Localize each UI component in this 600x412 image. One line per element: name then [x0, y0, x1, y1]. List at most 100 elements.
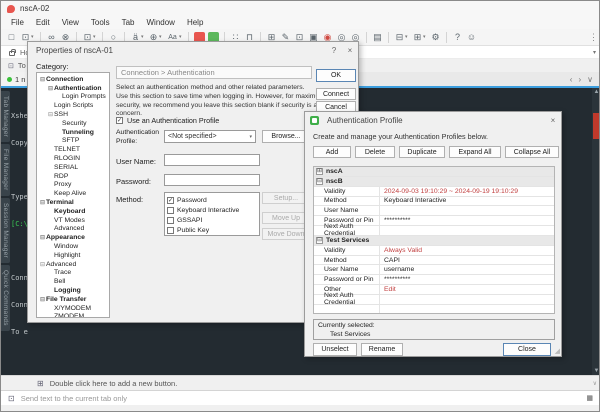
properties-dialog-titlebar[interactable]: Properties of nscA-01 ? ×: [28, 42, 358, 58]
side-tab-session-manager[interactable]: Session Manager: [1, 198, 10, 263]
tree-item[interactable]: RLOGIN: [54, 155, 80, 162]
move-up-button[interactable]: Move Up: [262, 212, 310, 224]
dialog-close-icon[interactable]: ×: [342, 46, 358, 55]
tree-item[interactable]: TELNET: [54, 146, 80, 153]
checkbox-unchecked-icon[interactable]: [167, 207, 174, 214]
profile-group-row[interactable]: ⊟Test Services: [314, 236, 554, 246]
expander-icon[interactable]: ⊟: [47, 111, 54, 118]
username-field[interactable]: [164, 154, 260, 166]
keyboard-icon[interactable]: ▦: [586, 394, 593, 402]
unselect-button[interactable]: Unselect: [313, 343, 357, 356]
tree-item[interactable]: SSH: [54, 111, 68, 118]
menu-item-edit[interactable]: Edit: [30, 18, 56, 27]
setup-button[interactable]: Setup...: [262, 192, 310, 204]
profile-property-row[interactable]: MethodKeyboard Interactive: [314, 197, 554, 207]
profile-select[interactable]: <Not specified> ▾: [164, 130, 256, 143]
collapse-bar-icon[interactable]: ∨: [593, 380, 597, 387]
dialog-help-icon[interactable]: ?: [326, 46, 342, 55]
resize-grip-icon[interactable]: ◢: [555, 347, 560, 355]
tab-list-icon[interactable]: ∨: [587, 75, 593, 84]
expand-all-button[interactable]: Expand All: [449, 146, 501, 158]
profile-property-row[interactable]: Next Auth Credential: [314, 295, 554, 305]
feedback-icon[interactable]: ☺: [465, 30, 478, 45]
tree-item[interactable]: Connection: [46, 76, 83, 83]
profile-group-row[interactable]: ⊟nscB: [314, 177, 554, 187]
profile-group-row[interactable]: ⊞nscA: [314, 167, 554, 177]
expander-icon[interactable]: ⊟: [39, 296, 46, 303]
tree-item[interactable]: Keyboard: [54, 208, 85, 215]
ok-button[interactable]: OK: [316, 69, 356, 82]
menu-item-view[interactable]: View: [56, 18, 85, 27]
scroll-down-icon[interactable]: ▼: [594, 367, 600, 375]
menu-item-help[interactable]: Help: [181, 18, 209, 27]
profile-property-row[interactable]: Password or Pin**********: [314, 275, 554, 285]
dropdown-caret-icon[interactable]: ▾: [423, 34, 428, 40]
menu-item-file[interactable]: File: [5, 18, 30, 27]
tree-item[interactable]: Highlight: [54, 252, 80, 259]
tree-item[interactable]: Proxy: [54, 181, 71, 188]
method-item-gssapi[interactable]: GSSAPI: [167, 215, 259, 225]
expander-icon[interactable]: ⊟: [39, 76, 46, 83]
use-profile-checkbox[interactable]: ✓ Use an Authentication Profile: [116, 116, 219, 125]
tree-item[interactable]: X/YMODEM: [54, 305, 91, 312]
auth-profile-titlebar[interactable]: Authentication Profile ×: [305, 112, 561, 128]
quick-button-bar[interactable]: ⊞ Double click here to add a new button.…: [1, 375, 600, 390]
tree-item[interactable]: Trace: [54, 269, 71, 276]
menu-item-window[interactable]: Window: [140, 18, 180, 27]
dropdown-caret-icon[interactable]: ▾: [405, 34, 410, 40]
expander-plus-icon[interactable]: ⊞: [316, 168, 323, 175]
duplicate-button[interactable]: Duplicate: [399, 146, 445, 158]
side-tab-tab-manager[interactable]: Tab Manager: [1, 91, 10, 142]
send-text-bar[interactable]: ⊡ Send text to the current tab only ▦: [1, 390, 600, 405]
tree-item[interactable]: Login Scripts: [54, 102, 93, 109]
dialog-close-icon[interactable]: ×: [545, 116, 561, 125]
checkbox-checked-icon[interactable]: ✓: [167, 197, 174, 204]
tree-item[interactable]: SERIAL: [54, 164, 78, 171]
tree-item[interactable]: Advanced: [54, 225, 84, 232]
checkbox-checked-icon[interactable]: ✓: [116, 117, 123, 124]
menu-item-tab[interactable]: Tab: [116, 18, 141, 27]
browse-button[interactable]: Browse...: [262, 130, 310, 143]
checkbox-unchecked-icon[interactable]: [167, 227, 174, 234]
tree-item[interactable]: Tunneling: [62, 129, 94, 136]
dropdown-caret-icon[interactable]: ▾: [31, 34, 36, 40]
collapse-all-button[interactable]: Collapse All: [505, 146, 559, 158]
expander-minus-icon[interactable]: ⊟: [316, 178, 323, 185]
tree-item[interactable]: Logging: [54, 287, 81, 294]
help-icon[interactable]: ?: [451, 30, 464, 45]
expander-icon[interactable]: ⊟: [47, 85, 54, 92]
method-item-public-key[interactable]: Public Key: [167, 225, 259, 235]
move-down-button[interactable]: Move Down: [262, 228, 310, 240]
profile-property-row[interactable]: Validity2024-09-03 19:10:29 ~ 2024-09-19…: [314, 187, 554, 197]
profile-property-row[interactable]: User Name: [314, 206, 554, 216]
tree-item[interactable]: File Transfer: [46, 296, 86, 303]
expander-minus-icon[interactable]: ⊟: [316, 237, 323, 244]
dropdown-caret-icon[interactable]: ▾: [159, 34, 164, 40]
profile-property-row[interactable]: ValidityAlways Valid: [314, 246, 554, 256]
new-terminal-icon[interactable]: □: [5, 30, 18, 45]
tree-item[interactable]: Login Prompts: [62, 93, 106, 100]
send-target-icon[interactable]: ⊡: [8, 394, 15, 403]
dropdown-caret-icon[interactable]: ▾: [179, 34, 184, 40]
tree-item[interactable]: Window: [54, 243, 78, 250]
menu-item-tools[interactable]: Tools: [85, 18, 116, 27]
method-item-keyboard-interactive[interactable]: Keyboard Interactive: [167, 205, 259, 215]
profile-property-row[interactable]: Next Auth Credential: [314, 226, 554, 236]
tree-item[interactable]: Keep Alive: [54, 190, 86, 197]
method-item-password[interactable]: ✓ Password: [167, 195, 259, 205]
tree-item[interactable]: Authentication: [54, 85, 102, 92]
expander-icon[interactable]: ⊟: [39, 199, 46, 206]
address-dropdown-icon[interactable]: ▾: [593, 49, 596, 56]
tree-item[interactable]: RDP: [54, 173, 68, 180]
more-icon[interactable]: ⋮: [589, 32, 598, 43]
settings-icon[interactable]: ⚙: [429, 30, 442, 45]
tree-item[interactable]: Security: [62, 120, 87, 127]
profile-property-row[interactable]: MethodCAPI: [314, 256, 554, 266]
close-button[interactable]: Close: [503, 343, 551, 356]
button-bar-icon[interactable]: ▤: [371, 30, 384, 45]
delete-button[interactable]: Delete: [355, 146, 395, 158]
add-button[interactable]: Add: [313, 146, 351, 158]
connect-button[interactable]: Connect: [316, 88, 356, 100]
tree-item[interactable]: Terminal: [46, 199, 74, 206]
expander-icon[interactable]: ⊟: [39, 234, 46, 241]
